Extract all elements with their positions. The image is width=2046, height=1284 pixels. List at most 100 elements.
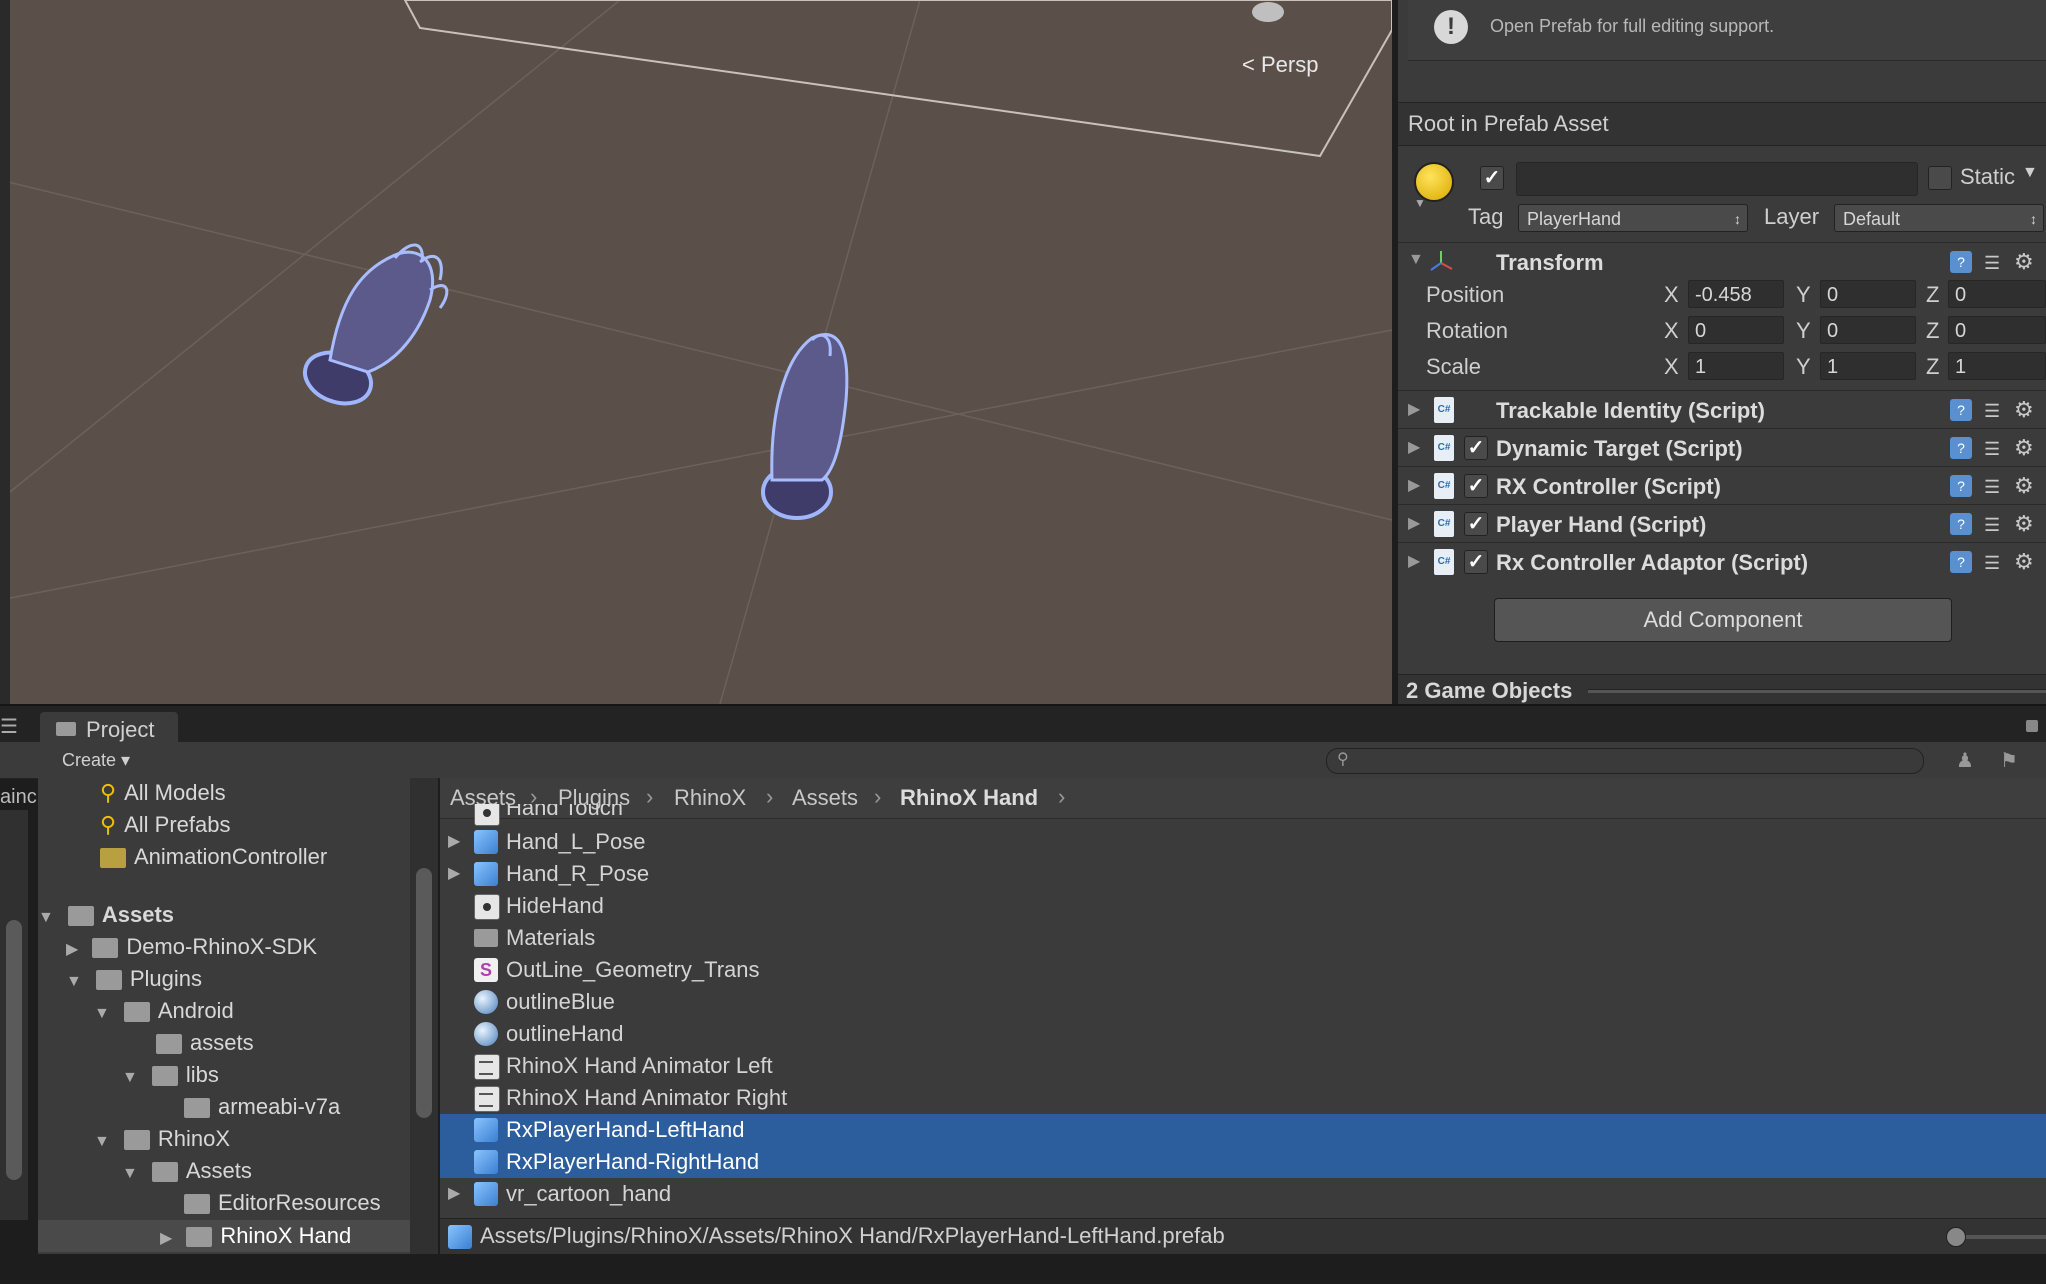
- file-row-selected[interactable]: RxPlayerHand-RightHand: [440, 1146, 2046, 1178]
- expand-arrow-icon[interactable]: ▶: [448, 826, 460, 858]
- tree-item-android[interactable]: ▼ Android: [94, 996, 234, 1026]
- gear-icon[interactable]: ⚙: [2014, 511, 2034, 537]
- collapse-arrow-icon[interactable]: ▼: [1408, 251, 1424, 269]
- expand-arrow-icon[interactable]: ▶: [1408, 437, 1420, 457]
- add-component-button[interactable]: Add Component: [1494, 598, 1952, 642]
- layer-dropdown[interactable]: Default: [1834, 204, 2044, 233]
- tree-item-demo-rhinox-sdk[interactable]: ▶ Demo-RhinoX-SDK: [66, 932, 317, 962]
- help-icon[interactable]: ?: [1950, 551, 1972, 573]
- projection-toggle[interactable]: < Persp: [1242, 52, 1318, 78]
- slider-handle[interactable]: [1946, 1227, 1966, 1247]
- tree-item-editorresources[interactable]: EditorResources: [184, 1188, 381, 1218]
- tree-item-all-prefabs[interactable]: ⚲ All Prefabs: [100, 810, 231, 840]
- help-icon[interactable]: ?: [1950, 251, 1972, 273]
- filter-by-label-icon[interactable]: ⚑: [2000, 748, 2018, 773]
- gameobject-name-field[interactable]: [1516, 162, 1918, 196]
- tree-item-armeabi-v7a[interactable]: armeabi-v7a: [184, 1092, 340, 1122]
- tag-dropdown[interactable]: PlayerHand: [1518, 204, 1748, 233]
- tree-item-rhinox-hand[interactable]: ▶ RhinoX Hand: [38, 1220, 410, 1252]
- file-row[interactable]: RhinoX Hand Animator Right: [440, 1082, 2046, 1114]
- rotation-y-field[interactable]: 0: [1820, 316, 1916, 344]
- preset-icon[interactable]: ☰: [1984, 253, 2000, 274]
- preset-icon[interactable]: ☰: [1984, 553, 2000, 574]
- expand-arrow-icon[interactable]: ▶: [1408, 399, 1420, 419]
- tab-project[interactable]: Project: [40, 712, 178, 746]
- help-icon[interactable]: ?: [1950, 475, 1972, 497]
- file-row[interactable]: RhinoX Hand Animator Left: [440, 1050, 2046, 1082]
- component-trackable-identity[interactable]: ▶ C# Trackable Identity (Script) ? ☰ ⚙: [1398, 390, 2046, 429]
- rotation-z-field[interactable]: 0: [1948, 316, 2046, 344]
- tree-scrollbar[interactable]: [0, 810, 28, 1220]
- tree-item-plugins[interactable]: ▼ Plugins: [66, 964, 202, 994]
- gear-icon[interactable]: ⚙: [2014, 473, 2034, 499]
- preset-icon[interactable]: ☰: [1984, 439, 2000, 460]
- gear-icon[interactable]: ⚙: [2014, 435, 2034, 461]
- component-enabled-checkbox[interactable]: ✓: [1464, 512, 1488, 536]
- expand-arrow-icon[interactable]: ▶: [448, 1178, 460, 1210]
- file-row[interactable]: OutLine_Geometry_Trans: [440, 954, 2046, 986]
- tree-item-rhinox-assets[interactable]: ▼ Assets: [122, 1156, 252, 1186]
- active-checkbox[interactable]: ✓: [1480, 166, 1504, 190]
- position-x-field[interactable]: -0.458: [1688, 280, 1784, 308]
- help-icon[interactable]: ?: [1950, 399, 1972, 421]
- component-enabled-checkbox[interactable]: ✓: [1464, 550, 1488, 574]
- file-row-selected[interactable]: RxPlayerHand-LeftHand: [440, 1114, 2046, 1146]
- preset-icon[interactable]: ☰: [1984, 401, 2000, 422]
- expand-arrow-icon[interactable]: ▶: [1408, 475, 1420, 495]
- expand-arrow-icon[interactable]: ▼: [66, 973, 82, 990]
- transform-header[interactable]: ▼ Transform ? ☰ ⚙: [1398, 242, 2046, 281]
- scene-view[interactable]: < Persp: [0, 0, 1392, 704]
- tree-item-all-models[interactable]: ⚲ All Models: [100, 778, 226, 808]
- position-y-field[interactable]: 0: [1820, 280, 1916, 308]
- gear-icon[interactable]: ⚙: [2014, 249, 2034, 275]
- expand-arrow-icon[interactable]: ▶: [448, 858, 460, 890]
- position-z-field[interactable]: 0: [1948, 280, 2046, 308]
- filter-by-type-icon[interactable]: ♟: [1956, 748, 1974, 773]
- expand-arrow-icon[interactable]: ▶: [160, 1230, 172, 1247]
- file-row[interactable]: ▶ Hand_R_Pose: [440, 858, 2046, 890]
- tree-item-assets-android[interactable]: assets: [156, 1028, 254, 1058]
- expand-arrow-icon[interactable]: ▼: [94, 1133, 110, 1150]
- file-row[interactable]: Materials: [440, 922, 2046, 954]
- file-row[interactable]: outlineHand: [440, 1018, 2046, 1050]
- static-dropdown-icon[interactable]: ▼: [2022, 164, 2038, 182]
- expand-arrow-icon[interactable]: ▼: [38, 909, 54, 926]
- expand-arrow-icon[interactable]: ▶: [1408, 551, 1420, 571]
- file-row[interactable]: outlineBlue: [440, 986, 2046, 1018]
- preset-icon[interactable]: ☰: [1984, 477, 2000, 498]
- file-row[interactable]: ▶ vr_cartoon_hand: [440, 1178, 2046, 1210]
- icon-dropdown-arrow[interactable]: ▼: [1414, 196, 1426, 210]
- tree-item-animationcontroller[interactable]: AnimationController: [100, 842, 327, 872]
- file-row[interactable]: HideHand: [440, 890, 2046, 922]
- create-button[interactable]: Create ▾: [48, 747, 140, 773]
- expand-arrow-icon[interactable]: ▶: [1408, 513, 1420, 533]
- tree-item-libs[interactable]: ▼ libs: [122, 1060, 219, 1090]
- scrollbar-thumb[interactable]: [416, 868, 432, 1118]
- help-icon[interactable]: ?: [1950, 513, 1972, 535]
- scale-y-field[interactable]: 1: [1820, 352, 1916, 380]
- component-enabled-checkbox[interactable]: ✓: [1464, 436, 1488, 460]
- component-player-hand[interactable]: ▶ C# ✓ Player Hand (Script) ? ☰ ⚙: [1398, 504, 2046, 543]
- search-input[interactable]: ⚲: [1326, 748, 1924, 774]
- scale-x-field[interactable]: 1: [1688, 352, 1784, 380]
- tree-item-assets[interactable]: ▼ Assets: [38, 900, 174, 930]
- component-enabled-checkbox[interactable]: ✓: [1464, 474, 1488, 498]
- expand-arrow-icon[interactable]: ▶: [66, 941, 78, 958]
- file-list-scrollbar[interactable]: [410, 778, 438, 1254]
- component-dynamic-target[interactable]: ▶ C# ✓ Dynamic Target (Script) ? ☰ ⚙: [1398, 428, 2046, 467]
- gear-icon[interactable]: ⚙: [2014, 397, 2034, 423]
- preset-icon[interactable]: ☰: [1984, 515, 2000, 536]
- component-rx-controller-adaptor[interactable]: ▶ C# ✓ Rx Controller Adaptor (Script) ? …: [1398, 542, 2046, 581]
- expand-arrow-icon[interactable]: ▼: [122, 1165, 138, 1182]
- static-checkbox[interactable]: [1928, 166, 1952, 190]
- expand-arrow-icon[interactable]: ▼: [122, 1069, 138, 1086]
- component-rx-controller[interactable]: ▶ C# ✓ RX Controller (Script) ? ☰ ⚙: [1398, 466, 2046, 505]
- file-row[interactable]: Hand Touch: [440, 804, 2046, 826]
- lock-icon[interactable]: [2026, 720, 2038, 732]
- scrollbar-thumb[interactable]: [6, 920, 22, 1180]
- panel-menu-icon[interactable]: ☰: [0, 714, 18, 739]
- tree-item-rhinox[interactable]: ▼ RhinoX: [94, 1124, 230, 1154]
- scene-canvas[interactable]: [0, 0, 1392, 704]
- scale-z-field[interactable]: 1: [1948, 352, 2046, 380]
- expand-arrow-icon[interactable]: ▼: [94, 1005, 110, 1022]
